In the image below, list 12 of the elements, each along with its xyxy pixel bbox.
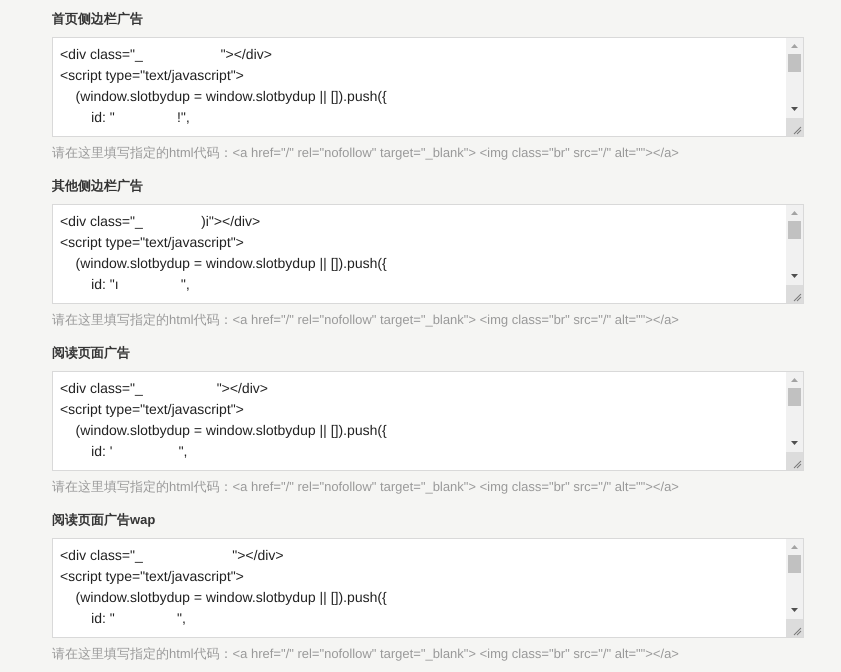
section-title: 阅读页面广告 [52, 344, 131, 362]
hint-text: 请在这里填写指定的html代码：<a href="/" rel="nofollow" target="_blank"> <img class="br" src="/" alt=""></a> [52, 311, 680, 329]
code-field[interactable]: <div class="_ )i"></div> <script type="text/javascript"> (window.slotbydup = window.slotbydup || []).push({ id: "ı ", [52, 204, 804, 304]
code-field[interactable]: <div class="_ "></div> <script type="text/javascript"> (window.slotbydup = window.slotbydup || []).push({ id: " ", [52, 538, 804, 638]
code-field[interactable]: <div class="_ "></div> <script type="text/javascript"> (window.slotbydup = window.slotbydup || []).push({ id: ' ", [52, 371, 804, 471]
section-title: 其他侧边栏广告 [52, 177, 144, 195]
hint-text: 请在这里填写指定的html代码：<a href="/" rel="nofollow" target="_blank"> <img class="br" src="/" alt=""></a> [52, 645, 680, 663]
section-title: 首页侧边栏广告 [52, 10, 144, 28]
hint-text: 请在这里填写指定的html代码：<a href="/" rel="nofollow" target="_blank"> <img class="br" src="/" alt=""></a> [52, 144, 680, 162]
code-field[interactable]: <div class="_ "></div> <script type="text/javascript"> (window.slotbydup = window.slotbydup || []).push({ id: " !", [52, 37, 804, 137]
section-title: 阅读页面广告wap [52, 511, 156, 529]
hint-text: 请在这里填写指定的html代码：<a href="/" rel="nofollow" target="_blank"> <img class="br" src="/" alt=""></a> [52, 478, 680, 496]
